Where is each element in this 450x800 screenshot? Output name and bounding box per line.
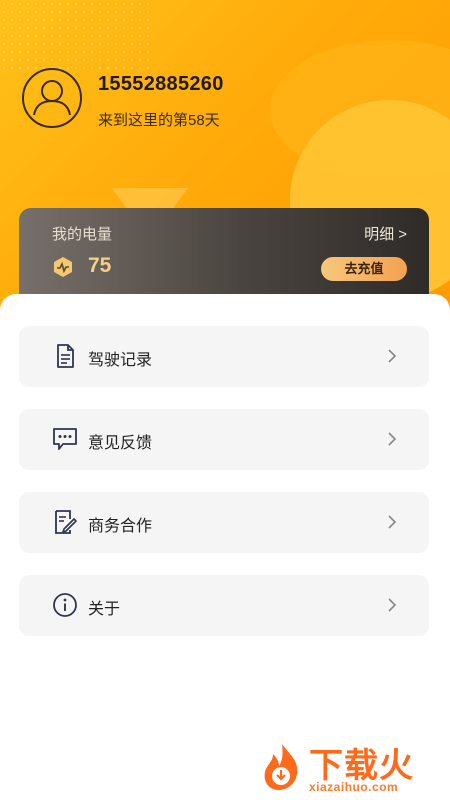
user-icon [33,80,71,116]
menu-item-feedback[interactable]: 意见反馈 [19,409,429,470]
chat-bubble-icon [53,428,77,450]
document-icon [57,344,74,368]
energy-value: 75 [88,254,112,277]
energy-detail-link[interactable]: 明细 > [364,223,407,244]
dot-pattern [0,0,150,70]
chevron-right-icon [388,515,397,529]
menu-item-label: 意见反馈 [88,435,153,452]
menu-item-label: 商务合作 [88,518,153,535]
flame-logo-icon [264,744,298,790]
menu-item-label: 关于 [88,601,121,618]
info-icon [53,593,77,617]
edit-document-icon [55,510,77,534]
chevron-right-icon [388,598,397,612]
user-phone: 15552885260 [98,73,224,95]
menu-item-label: 驾驶记录 [88,352,153,369]
watermark-subtitle: xiazaihuo.com [309,780,399,794]
menu-sheet: 驾驶记录 意见反馈 商务合作 关于 [0,294,450,800]
energy-icon [54,257,72,277]
chevron-right-icon [388,432,397,446]
menu-item-driving-records[interactable]: 驾驶记录 [19,326,429,387]
recharge-button[interactable]: 去充值 [321,257,407,281]
energy-title: 我的电量 [52,226,113,243]
menu-item-about[interactable]: 关于 [19,575,429,636]
avatar[interactable] [22,68,82,128]
chevron-right-icon [388,349,397,363]
watermark-logo: 下载火 xiazaihuo.com [257,736,442,796]
days-count: 来到这里的第58天 [98,112,220,129]
menu-item-business[interactable]: 商务合作 [19,492,429,553]
